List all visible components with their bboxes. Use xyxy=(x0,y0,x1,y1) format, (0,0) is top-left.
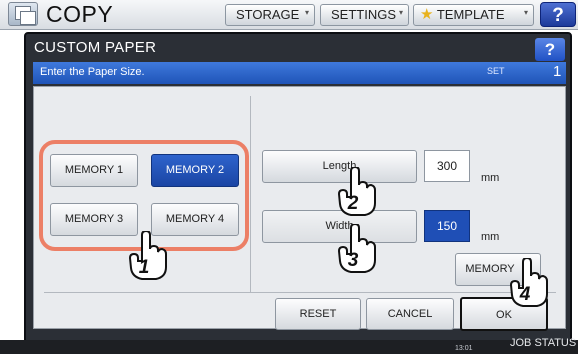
set-number: 1 xyxy=(553,63,562,80)
hand-pointer-icon: 2 xyxy=(337,165,377,217)
length-value: 300 xyxy=(424,150,470,182)
copy-icon xyxy=(8,2,38,26)
hand-pointer-icon: 1 xyxy=(128,229,168,281)
hand-pointer-icon: 4 xyxy=(509,256,549,308)
tab-template-label: TEMPLATE xyxy=(436,7,505,22)
job-status-button[interactable]: JOB STATUS xyxy=(510,337,576,349)
star-icon: ★ xyxy=(420,6,434,23)
app-title: COPY xyxy=(46,1,114,27)
memory-3-button[interactable]: MEMORY 3 xyxy=(50,203,138,236)
memory-2-button[interactable]: MEMORY 2 xyxy=(151,154,239,187)
set-label: SET xyxy=(487,66,505,76)
chevron-down-icon: ▾ xyxy=(398,8,403,17)
tab-storage-label: STORAGE xyxy=(236,7,300,22)
step-number: 3 xyxy=(347,250,359,271)
width-value: 150 xyxy=(424,210,470,242)
tab-storage[interactable]: STORAGE ▾ xyxy=(225,4,315,26)
width-unit: mm xyxy=(481,231,500,243)
step-number: 2 xyxy=(347,193,359,214)
tab-template[interactable]: ★ TEMPLATE ▾ xyxy=(413,4,534,26)
chevron-down-icon: ▾ xyxy=(304,8,309,17)
chevron-down-icon: ▾ xyxy=(523,8,528,17)
instruction-text: Enter the Paper Size. xyxy=(40,66,145,78)
reset-button[interactable]: RESET xyxy=(275,298,361,330)
tab-settings-label: SETTINGS xyxy=(331,7,397,22)
step-number: 1 xyxy=(138,257,150,278)
cancel-button[interactable]: CANCEL xyxy=(366,298,454,330)
length-unit: mm xyxy=(481,172,500,184)
vertical-divider xyxy=(250,96,251,292)
dialog-help-button[interactable]: ? xyxy=(535,38,565,61)
horizontal-divider xyxy=(44,292,556,293)
tab-settings[interactable]: SETTINGS ▾ xyxy=(320,4,409,26)
status-bar xyxy=(0,340,578,354)
clock-time: 13:01 xyxy=(455,345,473,352)
help-button[interactable]: ? xyxy=(540,2,576,27)
hand-pointer-icon: 3 xyxy=(337,222,377,274)
memory-1-button[interactable]: MEMORY 1 xyxy=(50,154,138,187)
step-number: 4 xyxy=(519,284,531,305)
dialog-title: CUSTOM PAPER xyxy=(34,39,157,56)
